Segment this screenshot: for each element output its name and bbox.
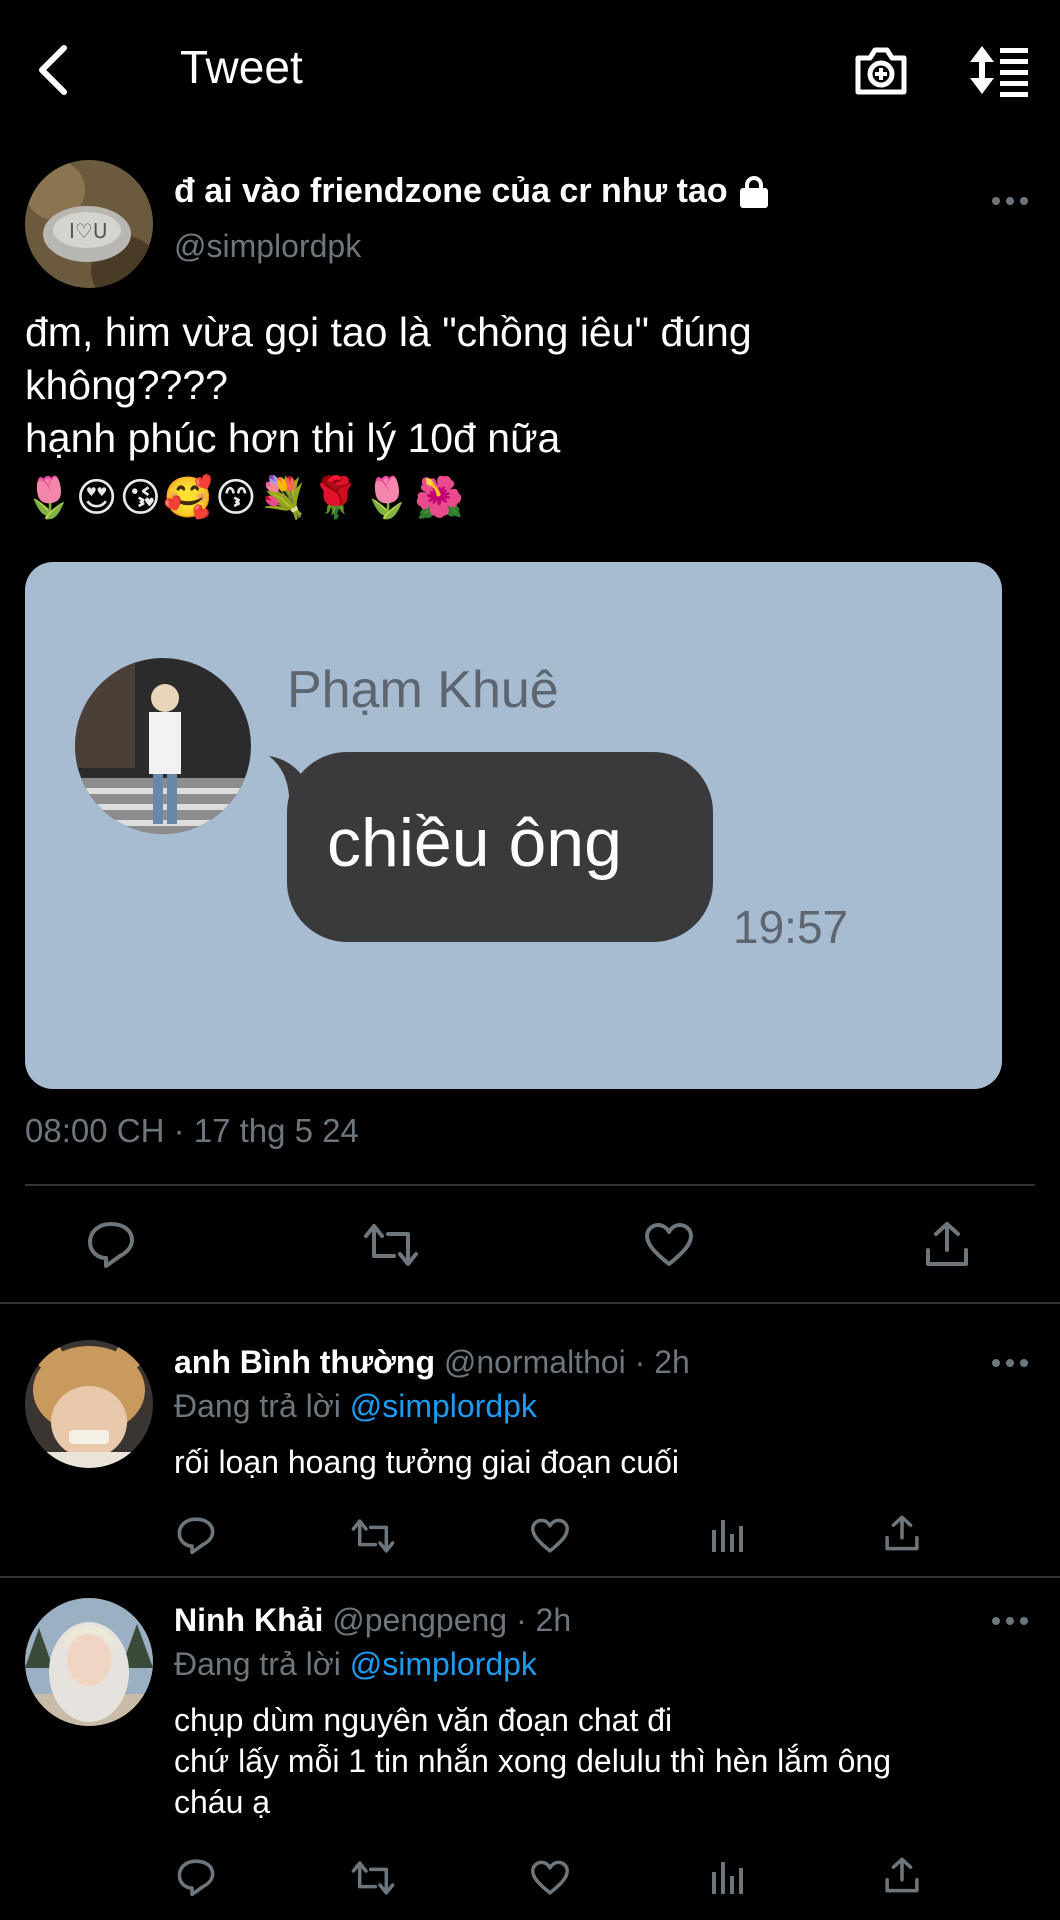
author-avatar[interactable]: I♡U bbox=[25, 160, 153, 288]
share-icon bbox=[885, 1515, 919, 1551]
analytics-icon bbox=[712, 1520, 743, 1552]
more-dots-icon bbox=[992, 1617, 1028, 1625]
reply-text: chụp dùm nguyên văn đoạn chat đi chứ lấy… bbox=[174, 1702, 891, 1820]
reply-more-button[interactable] bbox=[990, 1356, 1030, 1370]
chat-message: chiều ông bbox=[327, 805, 622, 881]
tweet-emojis: 🌷😍😘🥰😙💐🌹🌷🌺 bbox=[24, 475, 466, 521]
retweet-icon bbox=[364, 1224, 418, 1266]
retweet-icon bbox=[351, 1519, 395, 1553]
mention-link[interactable]: @simplordpk bbox=[350, 1646, 537, 1682]
reply-analytics-button[interactable] bbox=[710, 1858, 746, 1896]
divider bbox=[0, 1576, 1060, 1578]
reply-icon bbox=[88, 1222, 134, 1268]
more-dots-icon bbox=[992, 197, 1028, 205]
lock-icon bbox=[739, 175, 768, 208]
reply-like-button[interactable] bbox=[530, 1860, 570, 1896]
divider bbox=[25, 1184, 1035, 1186]
tweet-text: đm, him vừa gọi tao là "chồng iêu" đúng … bbox=[25, 309, 752, 461]
camera-plus-icon bbox=[855, 47, 907, 95]
reply-reply-button[interactable] bbox=[176, 1858, 216, 1896]
replying-label: Đang trả lời bbox=[174, 1388, 341, 1424]
mention-link[interactable]: @simplordpk bbox=[350, 1388, 537, 1424]
heart-icon bbox=[531, 1518, 569, 1553]
reply-meta: @pengpeng · 2h bbox=[332, 1602, 572, 1638]
heart-icon bbox=[531, 1860, 569, 1895]
reply-retweet-button[interactable] bbox=[350, 1518, 396, 1554]
retweet-icon bbox=[351, 1861, 395, 1895]
chat-time: 19:57 bbox=[733, 901, 849, 953]
back-button[interactable] bbox=[30, 42, 80, 98]
sort-button[interactable] bbox=[966, 42, 1030, 98]
reply-reply-button[interactable] bbox=[176, 1516, 216, 1554]
page-title: Tweet bbox=[180, 41, 303, 93]
arrow-left-icon bbox=[39, 45, 67, 95]
replying-to: Đang trả lời @simplordpk bbox=[174, 1388, 537, 1425]
reply-author-name: anh Bình thường bbox=[174, 1344, 435, 1380]
reply-icon bbox=[177, 1517, 215, 1554]
reply-avatar[interactable] bbox=[25, 1340, 153, 1468]
author-name: đ ai vào friendzone của cr như tao bbox=[174, 172, 728, 210]
tweet-media-image[interactable]: Phạm Khuê chiều ông 19:57 bbox=[25, 562, 1002, 1089]
reply-button[interactable] bbox=[86, 1220, 136, 1268]
chat-contact-name: Phạm Khuê bbox=[287, 661, 559, 719]
heart-icon bbox=[645, 1223, 693, 1266]
reply-meta: @normalthoi · 2h bbox=[443, 1344, 690, 1380]
share-icon bbox=[885, 1857, 919, 1893]
author-handle: @simplordpk bbox=[174, 228, 362, 264]
reply-more-button[interactable] bbox=[990, 1614, 1030, 1628]
reply-author-name: Ninh Khải bbox=[174, 1602, 324, 1638]
reply-share-button[interactable] bbox=[884, 1514, 920, 1552]
reply-avatar[interactable] bbox=[25, 1598, 153, 1726]
svg-text:I♡U: I♡U bbox=[69, 219, 107, 243]
share-button[interactable] bbox=[924, 1220, 970, 1268]
reply-header[interactable]: Ninh Khải @pengpeng · 2h bbox=[174, 1602, 571, 1639]
chat-avatar bbox=[75, 658, 251, 834]
camera-button[interactable] bbox=[852, 42, 910, 98]
reply-share-button[interactable] bbox=[884, 1856, 920, 1894]
tweet-timestamp: 08:00 CH · 17 thg 5 24 bbox=[25, 1112, 359, 1149]
sort-icon bbox=[970, 46, 1028, 97]
analytics-icon bbox=[712, 1862, 743, 1894]
author-name-row[interactable]: đ ai vào friendzone của cr như tao bbox=[174, 172, 770, 211]
more-dots-icon bbox=[992, 1359, 1028, 1367]
reply-analytics-button[interactable] bbox=[710, 1516, 746, 1554]
share-icon bbox=[926, 1222, 968, 1266]
like-button[interactable] bbox=[644, 1222, 694, 1268]
reply-retweet-button[interactable] bbox=[350, 1860, 396, 1896]
replying-to: Đang trả lời @simplordpk bbox=[174, 1646, 537, 1683]
tweet-more-button[interactable] bbox=[990, 194, 1030, 208]
divider bbox=[0, 1302, 1060, 1304]
replying-label: Đang trả lời bbox=[174, 1646, 341, 1682]
chat-bubble: chiều ông bbox=[287, 752, 713, 942]
reply-text: rối loạn hoang tưởng giai đoạn cuối bbox=[174, 1444, 679, 1480]
retweet-button[interactable] bbox=[362, 1222, 420, 1268]
reply-icon bbox=[177, 1859, 215, 1896]
reply-header[interactable]: anh Bình thường @normalthoi · 2h bbox=[174, 1344, 690, 1381]
reply-like-button[interactable] bbox=[530, 1518, 570, 1554]
